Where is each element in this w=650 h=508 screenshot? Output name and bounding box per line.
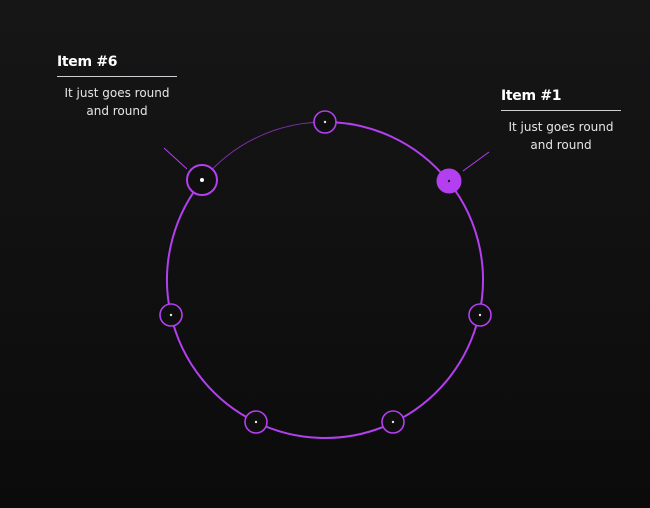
connector-line-item-1 (462, 151, 490, 172)
node-item-5[interactable] (159, 303, 183, 327)
node-item-3[interactable] (381, 410, 405, 434)
callout-description-line: It just goes round (508, 120, 614, 134)
callout-description-line: and round (530, 138, 592, 152)
node-item-1[interactable] (436, 168, 462, 194)
callout-description-line: and round (86, 104, 148, 118)
callout-description-line: It just goes round (64, 86, 170, 100)
ring-progress (166, 121, 484, 439)
node-item-4[interactable] (244, 410, 268, 434)
callout-title: Item #6 (57, 54, 177, 77)
callout-title: Item #1 (501, 88, 621, 111)
callout-description: It just goes round and round (501, 118, 621, 154)
ring-track (202, 121, 326, 180)
callout-item-6: Item #6 It just goes round and round (57, 54, 177, 120)
callout-item-1: Item #1 It just goes round and round (501, 88, 621, 154)
connector-line-item-6 (163, 147, 188, 170)
node-item-7[interactable] (313, 110, 337, 134)
node-item-6[interactable] (186, 164, 218, 196)
callout-description: It just goes round and round (57, 84, 177, 120)
node-item-2[interactable] (468, 303, 492, 327)
